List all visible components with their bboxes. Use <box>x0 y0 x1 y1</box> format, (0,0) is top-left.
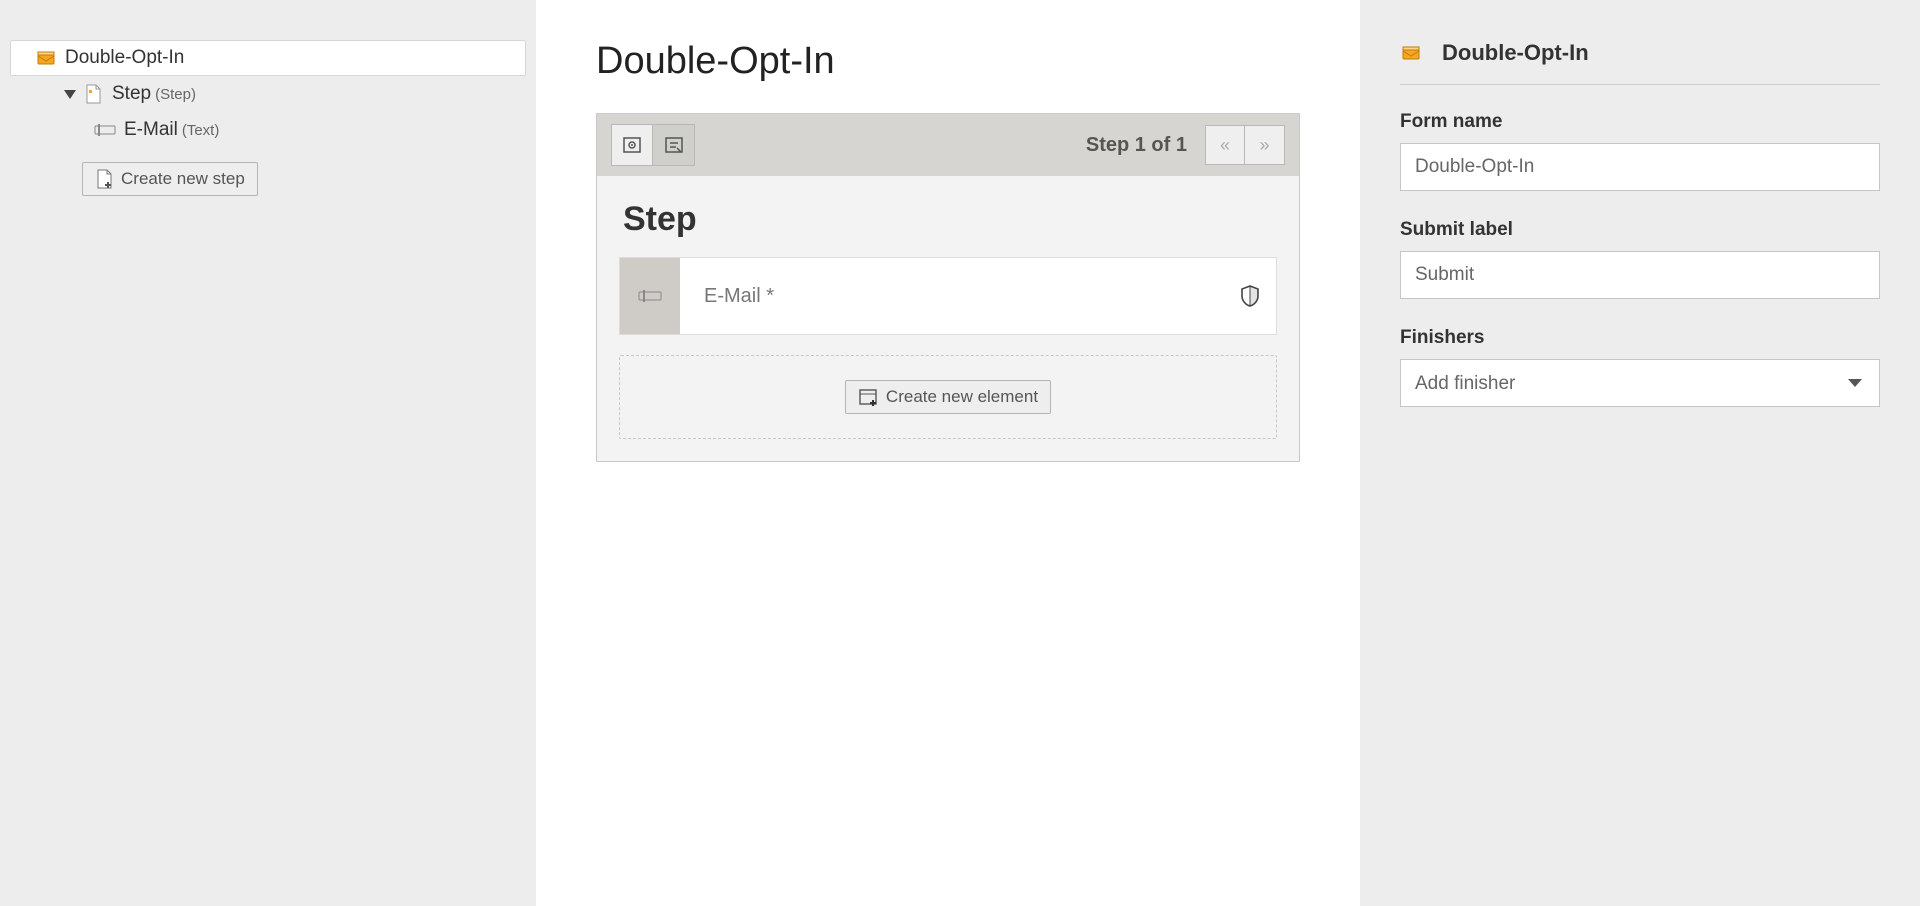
structure-tree-panel: Double-Opt-In Step (Step) E-Mail (Text) <box>0 0 536 906</box>
inspector-header: Double-Opt-In <box>1400 40 1880 85</box>
chevron-right-icon: » <box>1259 135 1269 156</box>
tree-node-step[interactable]: Step (Step) <box>10 76 526 112</box>
form-element-label: E-Mail * <box>680 285 1224 308</box>
view-mode-group <box>611 124 695 166</box>
inspector-field-submit-label: Submit label <box>1400 219 1880 299</box>
page-icon <box>82 83 104 105</box>
step-nav: « » <box>1205 125 1285 165</box>
inspector-title: Double-Opt-In <box>1442 40 1589 66</box>
button-label: Create new step <box>121 169 245 189</box>
form-element-email[interactable]: E-Mail * <box>619 257 1277 335</box>
view-mode-abstract-button[interactable] <box>611 124 653 166</box>
stage-body: Step E-Mail * Create new element <box>597 176 1299 461</box>
create-element-dropzone[interactable]: Create new element <box>619 355 1277 439</box>
next-step-button[interactable]: » <box>1245 125 1285 165</box>
caret-down-icon[interactable] <box>64 90 76 99</box>
structure-tree: Double-Opt-In Step (Step) E-Mail (Text) <box>10 40 526 196</box>
view-mode-preview-button[interactable] <box>653 124 695 166</box>
tree-node-field-email[interactable]: E-Mail (Text) <box>10 112 526 148</box>
shield-icon <box>1224 284 1276 308</box>
step-indicator: Step 1 of 1 <box>1086 134 1187 157</box>
form-icon <box>35 47 57 69</box>
form-stage: Step 1 of 1 « » Step E-Mail * <box>596 113 1300 462</box>
stage-toolbar: Step 1 of 1 « » <box>597 114 1299 176</box>
page-title: Double-Opt-In <box>596 40 1300 83</box>
inspector-panel: Double-Opt-In Form name Submit label Fin… <box>1360 0 1920 906</box>
text-field-icon <box>94 119 116 141</box>
step-heading: Step <box>623 200 1277 239</box>
submit-label-label: Submit label <box>1400 219 1880 241</box>
create-new-element-button[interactable]: Create new element <box>845 380 1051 414</box>
tree-node-form-root[interactable]: Double-Opt-In <box>10 40 526 76</box>
tree-node-type: (Text) <box>182 122 220 139</box>
form-name-input[interactable] <box>1400 143 1880 191</box>
inspector-field-finishers: Finishers Add finisher <box>1400 327 1880 407</box>
chevron-left-icon: « <box>1220 135 1230 156</box>
finishers-label: Finishers <box>1400 327 1880 349</box>
inspector-field-form-name: Form name <box>1400 111 1880 191</box>
form-stage-panel: Double-Opt-In Step 1 of 1 « » <box>536 0 1360 906</box>
finishers-select-wrap: Add finisher <box>1400 359 1880 407</box>
tree-node-label: Double-Opt-In <box>65 47 184 69</box>
form-icon <box>1400 42 1422 64</box>
app-root: Double-Opt-In Step (Step) E-Mail (Text) <box>0 0 1920 906</box>
form-name-label: Form name <box>1400 111 1880 133</box>
finishers-select[interactable]: Add finisher <box>1400 359 1880 407</box>
create-new-step-button[interactable]: Create new step <box>82 162 258 196</box>
tree-node-label: E-Mail <box>124 119 178 141</box>
drag-handle[interactable] <box>620 258 680 334</box>
text-field-icon <box>638 288 662 304</box>
prev-step-button[interactable]: « <box>1205 125 1245 165</box>
button-label: Create new element <box>886 387 1038 407</box>
submit-label-input[interactable] <box>1400 251 1880 299</box>
tree-node-type: (Step) <box>155 86 196 103</box>
tree-node-label: Step <box>112 83 151 105</box>
